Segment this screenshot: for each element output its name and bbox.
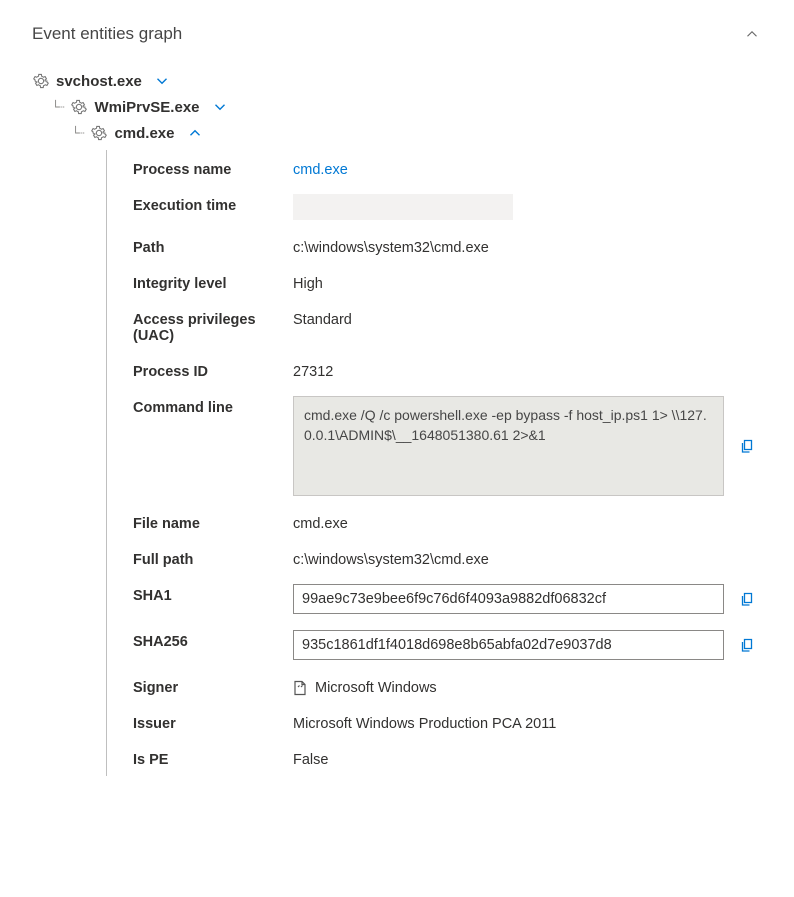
value-execution-time-redacted	[293, 194, 513, 220]
gear-icon	[32, 72, 50, 90]
label-signer: Signer	[133, 676, 293, 696]
value-command-line[interactable]: cmd.exe /Q /c powershell.exe -ep bypass …	[293, 396, 724, 496]
value-is-pe: False	[293, 748, 762, 768]
label-access-privileges: Access privileges (UAC)	[133, 308, 293, 344]
process-name-label: WmiPrvSE.exe	[94, 99, 199, 116]
tree-node-svchost[interactable]: svchost.exe	[32, 68, 762, 94]
copy-sha1-button[interactable]	[734, 585, 762, 613]
label-execution-time: Execution time	[133, 194, 293, 214]
process-details: Process name cmd.exe Execution time Path…	[106, 150, 762, 776]
value-sha256[interactable]: 935c1861df1f4018d698e8b65abfa02d7e9037d8	[293, 630, 724, 660]
copy-icon	[740, 591, 756, 607]
value-integrity-level: High	[293, 272, 762, 292]
tree-connector: └┈	[52, 100, 62, 114]
row-path: Path c:\windows\system32\cmd.exe	[133, 228, 762, 264]
copy-icon	[740, 637, 756, 653]
row-integrity-level: Integrity level High	[133, 264, 762, 300]
chevron-up-icon	[746, 28, 758, 40]
row-sha256: SHA256 935c1861df1f4018d698e8b65abfa02d7…	[133, 622, 762, 668]
label-path: Path	[133, 236, 293, 256]
label-process-name: Process name	[133, 158, 293, 178]
label-issuer: Issuer	[133, 712, 293, 732]
process-name-label: svchost.exe	[56, 73, 142, 90]
value-access-privileges: Standard	[293, 308, 762, 328]
value-path: c:\windows\system32\cmd.exe	[293, 236, 762, 256]
chevron-down-icon	[156, 75, 168, 87]
label-is-pe: Is PE	[133, 748, 293, 768]
node-expander[interactable]	[210, 99, 230, 115]
section-header: Event entities graph	[32, 24, 762, 44]
copy-icon	[740, 438, 756, 454]
section-collapse[interactable]	[742, 26, 762, 42]
value-file-name: cmd.exe	[293, 512, 762, 532]
certificate-icon	[293, 680, 307, 696]
row-process-id: Process ID 27312	[133, 352, 762, 388]
tree-node-cmd[interactable]: └┈ cmd.exe	[72, 120, 762, 146]
value-process-name[interactable]: cmd.exe	[293, 158, 762, 178]
row-execution-time: Execution time	[133, 186, 762, 228]
row-command-line: Command line cmd.exe /Q /c powershell.ex…	[133, 388, 762, 504]
process-name-label: cmd.exe	[114, 125, 174, 142]
row-full-path: Full path c:\windows\system32\cmd.exe	[133, 540, 762, 576]
label-full-path: Full path	[133, 548, 293, 568]
label-sha256: SHA256	[133, 630, 293, 650]
row-issuer: Issuer Microsoft Windows Production PCA …	[133, 704, 762, 740]
value-process-id: 27312	[293, 360, 762, 380]
label-file-name: File name	[133, 512, 293, 532]
gear-icon	[90, 124, 108, 142]
label-integrity-level: Integrity level	[133, 272, 293, 292]
label-sha1: SHA1	[133, 584, 293, 604]
copy-sha256-button[interactable]	[734, 631, 762, 659]
chevron-up-icon	[189, 127, 201, 139]
tree-node-wmiprvse[interactable]: └┈ WmiPrvSE.exe	[52, 94, 762, 120]
label-command-line: Command line	[133, 396, 293, 416]
value-issuer: Microsoft Windows Production PCA 2011	[293, 712, 762, 732]
tree-connector: └┈	[72, 126, 82, 140]
chevron-down-icon	[214, 101, 226, 113]
row-file-name: File name cmd.exe	[133, 504, 762, 540]
row-process-name: Process name cmd.exe	[133, 150, 762, 186]
section-title: Event entities graph	[32, 24, 182, 44]
node-expander[interactable]	[152, 73, 172, 89]
copy-command-line-button[interactable]	[734, 432, 762, 460]
row-sha1: SHA1 99ae9c73e9bee6f9c76d6f4093a9882df06…	[133, 576, 762, 622]
node-expander[interactable]	[185, 125, 205, 141]
row-is-pe: Is PE False	[133, 740, 762, 776]
value-full-path: c:\windows\system32\cmd.exe	[293, 548, 762, 568]
row-access-privileges: Access privileges (UAC) Standard	[133, 300, 762, 352]
label-process-id: Process ID	[133, 360, 293, 380]
value-signer: Microsoft Windows	[315, 680, 437, 696]
row-signer: Signer Microsoft Windows	[133, 668, 762, 704]
gear-icon	[70, 98, 88, 116]
value-sha1[interactable]: 99ae9c73e9bee6f9c76d6f4093a9882df06832cf	[293, 584, 724, 614]
